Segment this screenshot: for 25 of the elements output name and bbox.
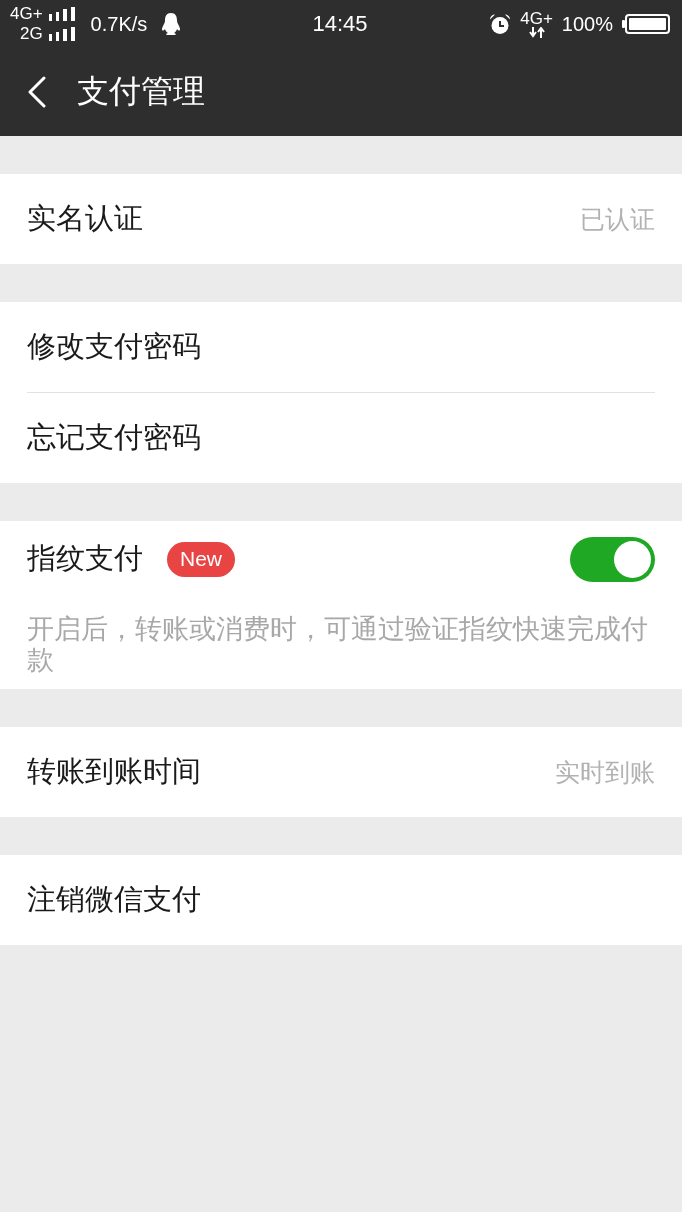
data-arrows-icon (528, 27, 545, 38)
network-type: 4G+ (520, 10, 553, 27)
item-label: 修改支付密码 (27, 329, 201, 364)
battery-percent: 100% (561, 12, 613, 36)
penguin-icon (161, 13, 182, 35)
battery-icon (622, 14, 670, 34)
new-badge: New (167, 541, 235, 577)
item-label: 指纹支付 (27, 541, 143, 576)
back-icon[interactable] (27, 76, 47, 108)
network-speed: 0.7K/s (90, 12, 148, 36)
item-label: 转账到账时间 (27, 754, 201, 789)
network-type: 4G+ (10, 4, 43, 24)
item-value: 实时到账 (555, 756, 655, 788)
page-title: 支付管理 (77, 72, 205, 111)
item-label: 忘记支付密码 (27, 420, 201, 455)
network-type: 2G (19, 24, 43, 44)
toggle-switch[interactable] (570, 536, 655, 582)
clock-time: 14:45 (312, 11, 368, 36)
item-value: 已认证 (580, 203, 655, 235)
item-label: 实名认证 (27, 201, 143, 236)
alarm-clock-icon (489, 13, 512, 35)
item-description: 开启后，转账或消费时，可通过验证指纹快速完成付款 (27, 614, 649, 677)
item-label: 注销微信支付 (27, 882, 201, 917)
signal-icon (48, 27, 75, 41)
signal-icon (48, 7, 75, 21)
